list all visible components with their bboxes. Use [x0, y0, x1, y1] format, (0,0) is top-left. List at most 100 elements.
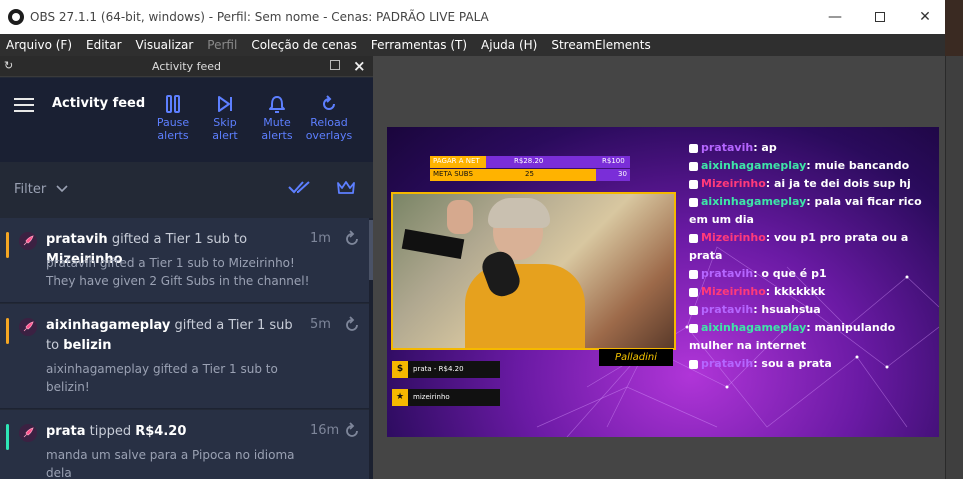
chat-separator: :: [806, 195, 815, 208]
feed-target: belizin: [63, 338, 112, 353]
mark-all-read-icon[interactable]: [288, 179, 312, 199]
feed-target: R$4.20: [135, 424, 187, 439]
dock-float-button[interactable]: [330, 60, 340, 70]
chat-badge-icon: [689, 233, 698, 243]
reload-icon: [299, 94, 359, 114]
chat-badge-icon: [689, 287, 698, 297]
filter-dropdown[interactable]: Filter: [14, 182, 46, 197]
chevron-down-icon[interactable]: [56, 183, 68, 196]
feed-item[interactable]: aixinhagameplay gifted a Tier 1 sub to b…: [0, 304, 369, 409]
chat-text: o que é p1: [761, 267, 827, 280]
minimize-button[interactable]: —: [812, 0, 858, 34]
rocket-icon: [19, 232, 37, 250]
menu-bar: Arquivo (F) Editar Visualizar Perfil Col…: [0, 34, 945, 56]
feed-item-time: 1m: [310, 231, 331, 246]
feed-item[interactable]: pratavih gifted a Tier 1 sub to Mizeirin…: [0, 218, 369, 303]
chat-separator: :: [765, 231, 774, 244]
window-title: OBS 27.1.1 (64-bit, windows) - Perfil: S…: [30, 10, 489, 24]
feed-item-title: aixinhagameplay gifted a Tier 1 sub to b…: [46, 316, 306, 356]
menu-visualizar[interactable]: Visualizar: [130, 38, 202, 52]
menu-ferramentas[interactable]: Ferramentas (T): [365, 38, 475, 52]
menu-streamelements[interactable]: StreamElements: [545, 38, 658, 52]
hamburger-menu-icon[interactable]: [14, 98, 34, 112]
chat-badge-icon: [689, 143, 698, 153]
chat-message: pratavih: hsuahsua: [689, 301, 934, 319]
reload-overlays-button[interactable]: Reload overlays: [299, 94, 359, 142]
chat-username: pratavih: [701, 141, 754, 154]
crown-icon[interactable]: [336, 179, 356, 199]
mute-alerts-button[interactable]: Mute alerts: [247, 94, 307, 142]
dock-close-button[interactable]: ×: [353, 57, 366, 75]
chat-username: Mizeirinho: [701, 231, 766, 244]
obs-logo-icon: [8, 9, 24, 25]
feed-body-line: manda um salve para a Pipoca no idioma: [46, 448, 295, 462]
dollar-icon: $: [392, 361, 408, 378]
feed-item-time: 16m: [310, 423, 340, 438]
goal-label: META SUBS: [433, 170, 473, 178]
chat-badge-icon: [689, 197, 698, 207]
dock-title: Activity feed: [151, 59, 222, 73]
close-button[interactable]: ✕: [902, 0, 948, 34]
chat-text: muie bancando: [814, 159, 910, 172]
feed-body-line: pratavih gifted a Tier 1 sub to Mizeirin…: [46, 256, 295, 270]
chat-separator: :: [765, 285, 774, 298]
feed-user: prata: [46, 424, 86, 439]
bell-icon: [247, 94, 307, 114]
goal-max: 30: [618, 170, 627, 178]
activity-feed-header: Activity feed Pause alerts Skip alert Mu…: [0, 78, 373, 162]
menu-perfil[interactable]: Perfil: [201, 38, 245, 52]
latest-tip-text: prata - R$4.20: [413, 365, 464, 373]
chat-message: aixinhagameplay: manipulando mulher na i…: [689, 319, 934, 355]
feed-item-time: 5m: [310, 317, 331, 332]
chat-message: pratavih: o que é p1: [689, 265, 934, 283]
menu-arquivo[interactable]: Arquivo (F): [0, 38, 80, 52]
dock-refresh-icon[interactable]: ↻: [4, 59, 13, 72]
chat-text: ai ja te dei dois sup hj: [774, 177, 911, 190]
skip-alert-button[interactable]: Skip alert: [195, 94, 255, 142]
activity-feed-title: Activity feed: [52, 96, 146, 111]
chat-badge-icon: [689, 305, 698, 315]
chat-username: Mizeirinho: [701, 177, 766, 190]
chat-message: Mizeirinho: ai ja te dei dois sup hj: [689, 175, 934, 193]
chat-message: aixinhagameplay: muie bancando: [689, 157, 934, 175]
chat-message: pratavih: ap: [689, 139, 934, 157]
person-shirt: [465, 264, 585, 348]
pause-alerts-label-2: alerts: [157, 129, 189, 142]
chat-separator: :: [806, 159, 815, 172]
replay-alert-icon[interactable]: [343, 316, 361, 338]
background-edge: [945, 0, 963, 56]
chat-badge-icon: [689, 161, 698, 171]
pause-alerts-button[interactable]: Pause alerts: [143, 94, 203, 142]
preview-right-strip: [945, 56, 963, 479]
goal-row: PAGAR A NET R$28.20 R$100: [430, 156, 630, 168]
feed-item[interactable]: prata tipped R$4.20 16m manda um salve p…: [0, 410, 369, 479]
replay-alert-icon[interactable]: [343, 422, 361, 444]
person-hair: [488, 198, 550, 228]
chat-username: aixinhagameplay: [701, 321, 807, 334]
chat-badge-icon: [689, 323, 698, 333]
replay-alert-icon[interactable]: [343, 230, 361, 252]
chat-badge-icon: [689, 359, 698, 369]
chat-text: ap: [761, 141, 777, 154]
menu-colecao-de-cenas[interactable]: Coleção de cenas: [245, 38, 365, 52]
feed-action: tipped: [89, 424, 132, 439]
chat-username: aixinhagameplay: [701, 159, 807, 172]
reload-overlays-label-1: Reload: [310, 116, 348, 129]
chat-text: hsuahsua: [761, 303, 821, 316]
menu-editar[interactable]: Editar: [80, 38, 130, 52]
skip-icon: [195, 94, 255, 114]
menu-ajuda[interactable]: Ajuda (H): [475, 38, 545, 52]
goal-value: 25: [525, 170, 534, 178]
latest-sub-label: ★ mizeirinho: [392, 389, 500, 406]
chat-badge-icon: [689, 179, 698, 189]
chat-username: aixinhagameplay: [701, 195, 807, 208]
rocket-icon: [19, 424, 37, 442]
chat-username: pratavih: [701, 357, 754, 370]
activity-feed-dock: ↻ Activity feed × Activity feed Pause al…: [0, 56, 373, 479]
activity-feed-list: pratavih gifted a Tier 1 sub to Mizeirin…: [0, 218, 369, 479]
scene-preview[interactable]: PAGAR A NET R$28.20 R$100 META SUBS 25 3…: [387, 127, 939, 437]
chat-message: aixinhagameplay: pala vai ficar rico em …: [689, 193, 934, 229]
maximize-button[interactable]: [857, 0, 903, 34]
feed-item-body: aixinhagameplay gifted a Tier 1 sub to b…: [46, 360, 336, 396]
pause-icon: [143, 94, 203, 114]
